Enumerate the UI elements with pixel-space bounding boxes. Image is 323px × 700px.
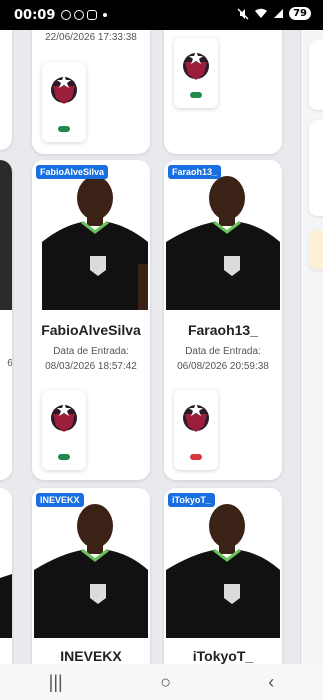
entry-date: 08/03/2026 18:57:42: [45, 361, 137, 372]
side-card[interactable]: [309, 120, 323, 216]
player-name: iTokyoT_: [192, 648, 254, 664]
member-card-partial[interactable]: [164, 30, 282, 154]
player-photo: [0, 160, 12, 310]
username-tag: Faraoh13_: [168, 165, 222, 179]
player-name: Faraoh13_: [187, 322, 259, 338]
member-card[interactable]: INEVEKX INEVEKX: [32, 488, 150, 664]
side-card-highlight[interactable]: [309, 230, 323, 270]
right-side-panel: [300, 30, 323, 664]
back-button[interactable]: ‹: [268, 672, 274, 693]
player-jersey-icon: [42, 176, 148, 310]
username-tag: FabioAlveSilva: [36, 165, 109, 179]
player-name: FabioAlveSilva: [41, 322, 141, 338]
system-nav-bar: ||| ○ ‹: [0, 664, 323, 700]
team-crest-icon: [183, 403, 209, 432]
member-card[interactable]: iTokyoT_ iTokyoT_: [164, 488, 282, 664]
mute-icon: [237, 8, 249, 19]
side-card[interactable]: [309, 40, 323, 110]
entry-label: Data de Entrada:: [53, 346, 129, 357]
status-indicator: [58, 126, 70, 132]
recent-apps-button[interactable]: |||: [49, 672, 63, 693]
team-crest-icon: [51, 403, 77, 432]
instagram-icon: [87, 10, 98, 20]
whatsapp-business-icon: [74, 10, 85, 20]
player-jersey-icon: [166, 176, 280, 310]
member-card[interactable]: FabioAlveSilva FabioAlveSilva Data de En…: [32, 160, 150, 480]
partial-text: 6: [7, 358, 12, 369]
battery-indicator: 79: [289, 7, 311, 20]
status-bar: 00:09 79: [0, 0, 323, 30]
more-notifications-dot: [103, 13, 108, 17]
player-jersey-icon: [34, 504, 148, 638]
member-card[interactable]: Faraoh13_ Faraoh13_ Data de Entrada: 06/…: [164, 160, 282, 480]
username-tag: iTokyoT_: [168, 493, 215, 507]
notification-icons: [61, 10, 98, 20]
player-photo: [164, 488, 282, 638]
members-grid[interactable]: 22/06/2026 17:33:38 6 FabioAlveSilva Fab…: [0, 30, 323, 664]
team-crest-icon: [183, 51, 209, 80]
entry-date: 22/06/2026 17:33:38: [45, 32, 137, 43]
entry-date: 06/08/2026 20:59:38: [177, 361, 269, 372]
player-jersey-icon: [166, 504, 280, 638]
username-tag: INEVEKX: [36, 493, 84, 507]
home-button[interactable]: ○: [160, 672, 171, 693]
team-badge-box: [42, 62, 86, 142]
team-badge-box: [42, 390, 86, 470]
player-photo: [0, 488, 12, 638]
status-indicator: [190, 92, 202, 98]
player-photo: [32, 160, 150, 310]
member-card-partial-left[interactable]: 6: [0, 160, 12, 480]
whatsapp-icon: [61, 10, 72, 20]
member-card-partial[interactable]: 22/06/2026 17:33:38: [32, 30, 150, 154]
member-card-partial-left[interactable]: [0, 488, 12, 664]
team-badge-box: [174, 390, 218, 470]
status-indicator: [58, 454, 70, 460]
player-name: INEVEKX: [60, 648, 122, 664]
player-photo: [32, 488, 150, 638]
team-badge-box: [174, 38, 218, 108]
player-photo: [164, 160, 282, 310]
team-crest-icon: [51, 75, 77, 104]
wifi-icon: [255, 8, 268, 18]
member-card-partial-left[interactable]: [0, 30, 12, 150]
signal-icon: [274, 9, 284, 18]
status-indicator: [190, 454, 202, 460]
status-time: 00:09: [14, 7, 56, 23]
entry-label: Data de Entrada:: [185, 346, 261, 357]
